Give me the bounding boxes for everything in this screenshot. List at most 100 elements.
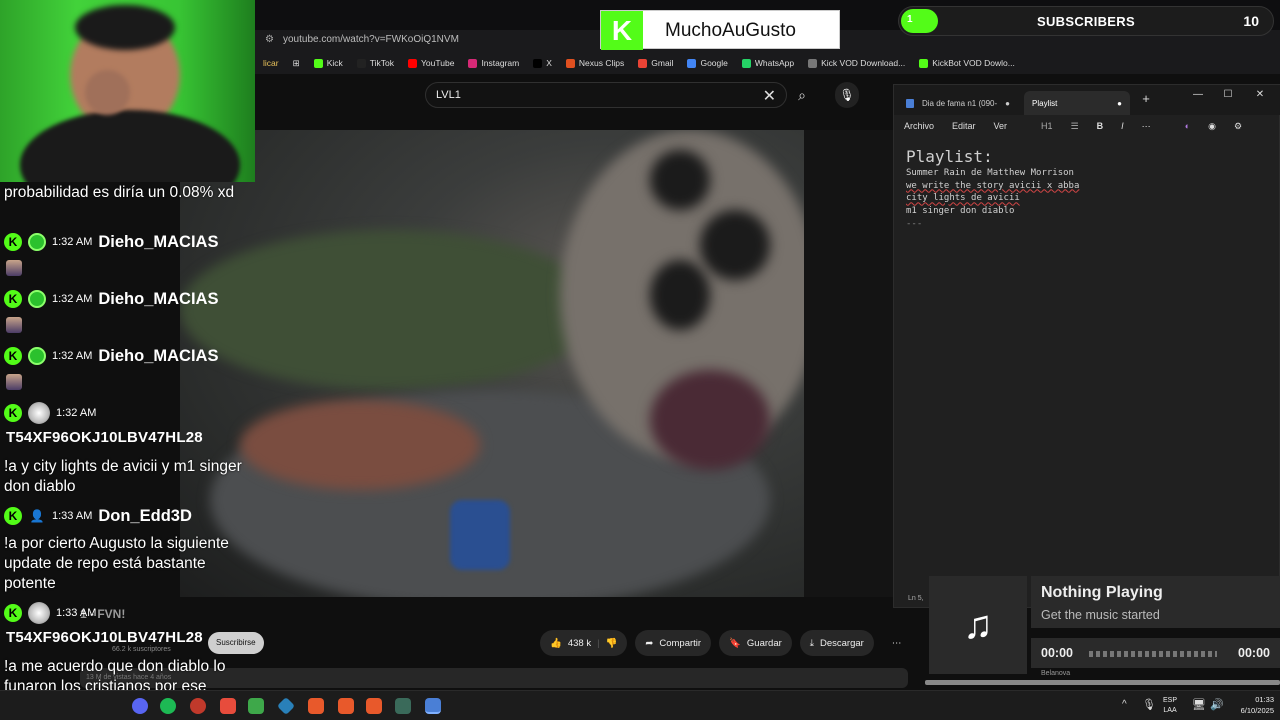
download-icon: ⤓ [809,637,814,649]
bookmark-kickbot-vod-dowlo[interactable]: KickBot VOD Dowlo... [919,58,1015,68]
chat-username: Dieho_MACIAS [98,232,219,251]
more-actions-button[interactable]: ⋯ [882,630,912,656]
notepad-tab-active[interactable]: Playlist ● [1024,91,1130,115]
brave-icon[interactable] [308,698,324,714]
bookmark-kick-vod-download[interactable]: Kick VOD Download... [808,58,905,68]
app-icon[interactable] [395,698,411,714]
app-icon[interactable] [190,698,206,714]
notepad-line: we write the story avicii x abba [906,180,1080,191]
notepad-tab[interactable]: Dia de fama n1 (090- ● [898,91,1018,115]
horizontal-scrollbar[interactable] [925,680,1280,685]
microphone-icon[interactable]: 🎙 [835,82,859,108]
bookmark-label: Google [700,58,728,68]
thumbs-down-icon[interactable]: 👎 [606,638,618,649]
save-button[interactable]: 🔖 Guardar [719,630,792,656]
brave-icon[interactable] [366,698,382,714]
bookmark-instagram[interactable]: Instagram [468,58,519,68]
gifter-badge-icon [28,233,46,251]
notepad-line: Summer Rain de Matthew Morrison [906,168,1074,178]
italic-icon[interactable]: I [1121,121,1124,131]
background-text: Belanova [1041,670,1071,677]
brave-icon[interactable] [338,698,354,714]
bookmarks-bar: licar ⊞ Kick TikTok YouTube Instagram X Nexus… [255,52,1280,74]
tray-chevron-icon[interactable]: ^ [1122,699,1127,710]
search-query[interactable]: LVL1 [436,89,461,101]
clear-search-icon[interactable]: ✕ [763,86,776,106]
notepad-titlebar: Dia de fama n1 (090- ● Playlist ● + — ☐ … [894,85,1280,115]
site-info-icon[interactable]: ⚙ [265,34,274,45]
bookmark-favicon-icon [741,58,751,68]
chat-message-header: K 1:32 AM Dieho_MACIAS [4,231,218,253]
subscriber-current: 1 [907,14,913,25]
streamer-name: MuchoAuGusto [665,20,796,41]
download-button[interactable]: ⤓ Descargar [799,630,874,656]
settings-icon[interactable]: ⚙ [1234,121,1242,132]
search-icon[interactable]: ⌕ [787,82,817,108]
more-icon: ⋯ [891,637,902,649]
menu-archivo[interactable]: Archivo [904,121,934,131]
bookmark-youtube[interactable]: YouTube [408,58,454,68]
language-indicator[interactable]: ESP LAA [1163,696,1177,716]
close-icon[interactable]: ✕ [1250,89,1270,100]
more-icon[interactable]: ⋯ [1142,121,1151,132]
bookmark-google[interactable]: Google [687,58,728,68]
spotify-icon[interactable] [160,698,176,714]
bookmark-x[interactable]: X [533,58,552,68]
app-icon[interactable] [276,696,296,716]
save-label: Guardar [746,637,782,649]
account-icon[interactable]: ◉ [1208,121,1216,132]
kick-icon: K [4,404,22,422]
tf-app-icon[interactable] [220,698,236,714]
kick-icon: K [4,347,22,365]
share-button[interactable]: ➦ Compartir [635,630,712,656]
kick-icon: K [4,290,22,308]
video-player[interactable] [180,130,804,597]
bookmark-favicon-icon [565,58,575,68]
bookmark-tiktok[interactable]: TikTok [356,58,394,68]
subscriber-label: SUBSCRIBERS [1037,14,1135,29]
bookmark-favicon-icon [468,58,478,68]
chat-username: Dieho_MACIAS [98,346,219,365]
bookmark-favicon-icon [919,58,929,68]
bookmark-partial[interactable]: licar [263,58,279,68]
kick-icon: K [4,507,22,525]
url-text[interactable]: youtube.com/watch?v=FWKoOiQ1NVM [283,34,459,45]
discord-icon[interactable] [132,698,148,714]
search-input[interactable]: LVL1 ✕ [425,82,787,108]
now-playing-subtitle: Get the music started [1041,608,1160,622]
bookmark-whatsapp[interactable]: WhatsApp [741,58,794,68]
notepad-taskbar-icon[interactable] [425,698,441,714]
copilot-icon[interactable]: ◐ [1185,121,1190,131]
download-label: Descargar [819,637,864,649]
microphone-tray-icon[interactable]: 🎙 [1142,698,1156,711]
volume-icon[interactable]: 🔊 [1210,698,1224,711]
total-time: 00:00 [1238,646,1270,660]
app-icon[interactable] [248,698,264,714]
menu-ver[interactable]: Ver [994,121,1008,131]
like-button[interactable]: 👍 438 k | 👎 [540,630,628,656]
apps-grid-icon[interactable]: ⊞ [293,58,300,69]
unsaved-dot-icon: ● [1005,98,1010,108]
monitor-icon[interactable]: 🖥 [1192,698,1206,711]
kick-logo-icon: K [601,11,643,50]
notepad-line: city lights de avicii [906,193,1020,204]
new-tab-icon[interactable]: + [1136,91,1156,106]
notepad-editor[interactable]: Playlist: Summer Rain de Matthew Morriso… [906,147,1079,231]
chat-username: T54XF96OKJ10LBV47HL28 [6,629,203,646]
maximize-icon[interactable]: ☐ [1218,89,1238,100]
bookmark-label: X [546,58,552,68]
bookmark-gmail[interactable]: Gmail [638,58,673,68]
chat-timestamp: 1:32 AM [56,407,97,419]
bold-icon[interactable]: B [1097,121,1104,131]
user-avatar-icon [28,602,50,624]
heading-dropdown[interactable]: H1 [1041,121,1053,131]
list-icon[interactable]: ☰ [1071,121,1079,132]
bookmark-kick[interactable]: Kick [313,58,343,68]
bookmark-label: Nexus Clips [578,58,625,68]
minimize-icon[interactable]: — [1188,89,1208,100]
clock[interactable]: 01:33 6/10/2025 [1241,694,1274,716]
bookmark-label: Kick VOD Download... [821,58,906,68]
bookmark-nexus-clips[interactable]: Nexus Clips [565,58,625,68]
chat-message-text: !a y city lights de avicii y m1 singer d… [4,458,242,495]
menu-editar[interactable]: Editar [952,121,976,131]
